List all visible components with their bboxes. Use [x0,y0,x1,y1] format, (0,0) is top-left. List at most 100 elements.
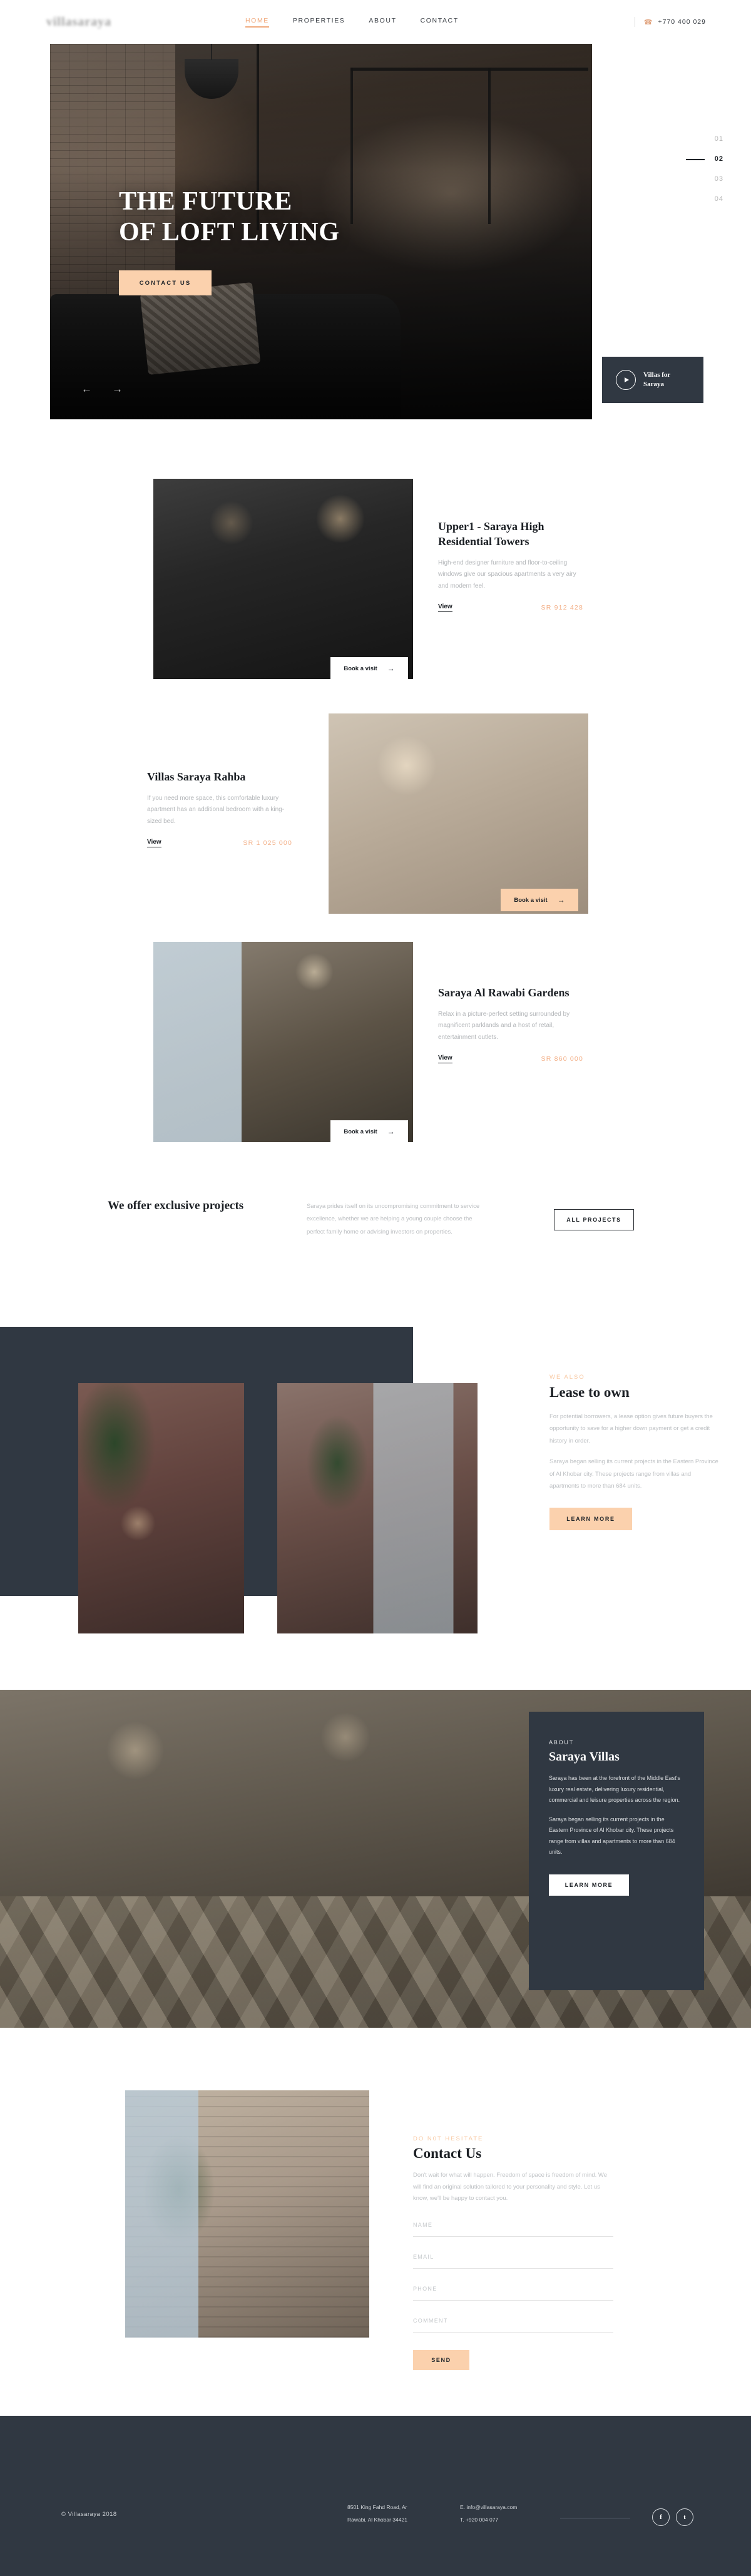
site-header: villasaraya HOME PROPERTIES ABOUT CONTAC… [0,0,751,44]
video-card-label-line-1: Villas for [643,371,671,379]
property-image-3 [153,942,413,1142]
hero-beam [488,68,491,224]
hero-pagination-item-04[interactable]: 04 [715,195,723,203]
main-navigation: HOME PROPERTIES ABOUT CONTACT [245,0,459,44]
book-a-visit-label-3: Book a visit [344,1128,377,1135]
contact-field-email[interactable] [413,2251,613,2269]
twitter-icon[interactable]: t [676,2508,693,2526]
hero-title-line-2: OF LOFT LIVING [119,218,340,247]
exclusive-projects-section: We offer exclusive projects Saraya pride… [0,1183,751,1289]
lease-text-block: WE ALSO Lease to own For potential borro… [549,1374,718,1530]
header-phone[interactable]: ☎ +770 400 029 [634,0,706,44]
property-view-link-2[interactable]: View [147,839,161,848]
property-title-1: Upper1 - Saraya High Residential Towers [438,520,544,548]
property-meta-2: View SR 1 025 000 [147,839,292,848]
hero-title-line-1: THE FUTURE [119,187,292,216]
phone-input[interactable] [413,2285,613,2292]
contact-field-name[interactable] [413,2219,613,2237]
lease-learn-more-button[interactable]: LEARN MORE [549,1507,632,1530]
lease-kicker: WE ALSO [549,1374,585,1381]
nav-item-about[interactable]: ABOUT [369,17,396,28]
lease-image-1 [78,1383,244,1633]
lease-paragraph-2: Saraya began selling its current project… [549,1458,718,1490]
email-input[interactable] [413,2253,613,2260]
hero-slider: THE FUTURE OF LOFT LIVING CONTACT US ← → [50,43,592,419]
hero-pillow [140,282,261,376]
book-a-visit-button-2[interactable]: Book a visit → [501,889,578,911]
property-image-2 [329,713,588,914]
contact-section: DO N0T HESITATE Contact Us Don't wait fo… [413,2135,663,2370]
all-projects-button[interactable]: ALL PROJECTS [554,1209,634,1230]
hero-pagination-item-02[interactable]: 02 [685,155,723,163]
arrow-left-icon[interactable]: ← [81,384,92,394]
nav-item-properties[interactable]: PROPERTIES [293,17,345,28]
hero-title: THE FUTURE OF LOFT LIVING [119,187,339,248]
footer-address: 8501 King Fahd Road, Ar Rawabi, Al Khoba… [347,2501,407,2527]
send-button[interactable]: SEND [413,2349,469,2370]
about-kicker: ABOUT [549,1739,575,1745]
nav-item-contact[interactable]: CONTACT [421,17,459,28]
nav-item-home[interactable]: HOME [245,17,269,28]
contact-body: Don't wait for what will happen. Freedom… [413,2172,608,2202]
hero-pagination-item-01[interactable]: 01 [715,135,723,143]
contact-field-phone[interactable] [413,2282,613,2301]
property-meta-3: View SR 860 000 [438,1055,583,1064]
property-text-3: Saraya Al Rawabi Gardens Relax in a pict… [438,986,585,1064]
hero-contact-button[interactable]: CONTACT US [119,270,212,296]
site-logo[interactable]: villasaraya [46,10,112,34]
logo-text: villasaraya [46,14,112,29]
hero-content: THE FUTURE OF LOFT LIVING CONTACT US [119,187,339,296]
hero-pagination-item-03[interactable]: 03 [715,175,723,183]
property-image-1 [153,479,413,679]
contact-field-comment[interactable] [413,2314,613,2333]
exclusive-title: We offer exclusive projects [108,1199,244,1212]
footer-social-links: f t [652,2508,693,2526]
facebook-icon[interactable]: f [652,2508,670,2526]
property-desc-3: Relax in a picture-perfect setting surro… [438,1010,570,1041]
arrow-right-icon: → [387,1127,395,1136]
property-view-link-1[interactable]: View [438,603,452,612]
property-title-2: Villas Saraya Rahba [147,770,246,783]
hero-pendant-lamp [185,43,238,99]
contact-image [125,2090,369,2338]
hero-slider-arrows: ← → [81,384,123,394]
video-card-label-line-2: Saraya [643,381,664,388]
about-learn-more-button[interactable]: LEARN MORE [549,1874,629,1896]
hero-beam [350,68,588,71]
comment-input[interactable] [413,2317,613,2324]
property-text-1: Upper1 - Saraya High Residential Towers … [438,519,588,612]
footer-address-line-1: 8501 King Fahd Road, Ar [347,2504,407,2510]
lease-paragraph-1: For potential borrowers, a lease option … [549,1413,713,1444]
arrow-right-icon: → [387,664,395,673]
property-desc-1: High-end designer furniture and floor-to… [438,559,576,590]
property-text-2: Villas Saraya Rahba If you need more spa… [147,770,294,848]
exclusive-body: Saraya prides itself on its uncompromisi… [307,1203,480,1235]
property-price-2: SR 1 025 000 [243,839,292,847]
footer-contact: E. info@villasaraya.com T. +920 004 077 [460,2501,517,2527]
site-footer: © Villasaraya 2018 8501 King Fahd Road, … [0,2416,751,2576]
footer-phone[interactable]: T. +920 004 077 [460,2513,517,2526]
phone-icon: ☎ [643,18,653,26]
hero-sofa [50,294,401,419]
book-a-visit-button-1[interactable]: Book a visit → [330,657,408,680]
footer-address-line-2: Rawabi, Al Khobar 34421 [347,2517,407,2523]
book-a-visit-button-3[interactable]: Book a visit → [330,1120,408,1143]
property-meta-1: View SR 912 428 [438,603,583,612]
hero-video-card[interactable]: Villas for Saraya [602,357,703,403]
footer-copyright: © Villasaraya 2018 [61,2511,117,2518]
book-a-visit-label-1: Book a visit [344,665,377,672]
property-view-link-3[interactable]: View [438,1055,452,1064]
property-price-1: SR 912 428 [541,604,583,611]
property-title-3: Saraya Al Rawabi Gardens [438,986,570,999]
play-icon[interactable] [616,370,636,390]
arrow-right-icon[interactable]: → [112,384,123,394]
about-title: Saraya Villas [549,1750,620,1764]
video-card-label: Villas for Saraya [643,371,670,389]
contact-kicker: DO N0T HESITATE [413,2135,484,2142]
footer-email[interactable]: E. info@villasaraya.com [460,2501,517,2513]
lease-title: Lease to own [549,1384,630,1400]
contact-title: Contact Us [413,2145,482,2161]
name-input[interactable] [413,2221,613,2228]
about-paragraph-1: Saraya has been at the forefront of the … [549,1775,680,1804]
about-paragraph-2: Saraya began selling its current project… [549,1816,675,1856]
